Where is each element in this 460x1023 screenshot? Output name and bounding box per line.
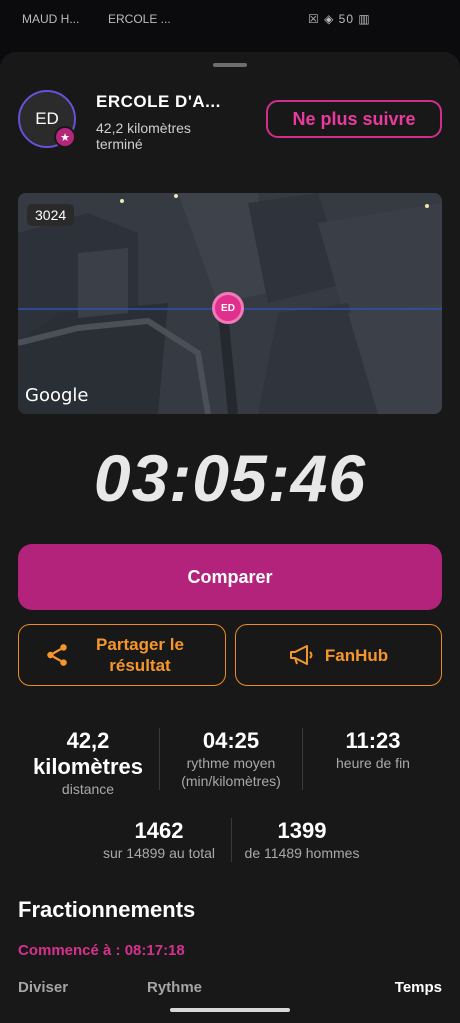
compare-button[interactable]: Comparer (18, 544, 442, 610)
share-result-button[interactable]: Partager le résultat (18, 624, 226, 686)
google-logo: Google (25, 385, 89, 406)
background-tab-2: ERCOLE ... (108, 12, 171, 26)
start-time: Commencé à : 08:17:18 (18, 942, 185, 959)
stat-pace: 04:25 rythme moyen (min/kilomètres) (162, 728, 300, 790)
gender-rank-value: 1399 (277, 818, 327, 843)
runner-name: ERCOLE D'A... (96, 92, 221, 111)
background-tab-1: MAUD H... (22, 12, 80, 26)
map-view[interactable]: 3024 ED Google (18, 193, 442, 414)
pace-value: 04:25 (202, 728, 260, 753)
runner-detail-sheet: ED ★ ERCOLE D'A... 42,2 kilomètres termi… (0, 52, 460, 1023)
overall-rank-label: sur 14899 au total (102, 845, 216, 861)
unfollow-button[interactable]: Ne plus suivre (266, 100, 442, 138)
distance-value: 42,2 kilomètres (32, 728, 144, 779)
pace-label: rythme moyen (min/kilomètres) (181, 755, 281, 789)
stat-finish-time: 11:23 heure de fin (304, 728, 442, 772)
map-distance-badge: 3024 (27, 204, 75, 226)
fanhub-label: FanHub (324, 645, 389, 665)
stat-gender-rank: 1399 de 11489 hommes (232, 818, 372, 862)
column-header-split[interactable]: Diviser (18, 979, 68, 996)
distance-label: distance (61, 781, 115, 797)
marker-initials: ED (221, 302, 235, 314)
stat-overall-rank: 1462 sur 14899 au total (80, 818, 238, 862)
finish-time-value: 11:23 (345, 728, 401, 753)
runner-status: 42,2 kilomètres terminé (96, 120, 191, 152)
column-header-time[interactable]: Temps (395, 979, 442, 996)
gender-rank-label: de 11489 hommes (244, 845, 360, 861)
megaphone-icon (289, 644, 315, 666)
avatar-initials: ED (35, 109, 59, 128)
share-result-label: Partager le résultat (96, 635, 184, 675)
finish-time-label: heure de fin (336, 755, 410, 771)
system-status: ☒ ◈ 50 ▥ (308, 12, 371, 26)
divider (302, 728, 303, 790)
drag-handle[interactable] (213, 63, 247, 67)
star-badge-icon: ★ (54, 126, 76, 148)
stat-distance: 42,2 kilomètres distance (18, 728, 158, 798)
fanhub-button[interactable]: FanHub (235, 624, 442, 686)
column-header-pace[interactable]: Rythme (147, 979, 202, 996)
home-indicator[interactable] (170, 1008, 290, 1012)
splits-title: Fractionnements (18, 897, 196, 922)
elapsed-time: 03:05:46 (93, 441, 367, 515)
divider (159, 728, 160, 790)
overall-rank-value: 1462 (134, 818, 184, 843)
runner-location-marker[interactable]: ED (212, 292, 244, 324)
background-status-bar: MAUD H... ERCOLE ... ☒ ◈ 50 ▥ (0, 0, 460, 48)
share-icon (44, 642, 70, 668)
